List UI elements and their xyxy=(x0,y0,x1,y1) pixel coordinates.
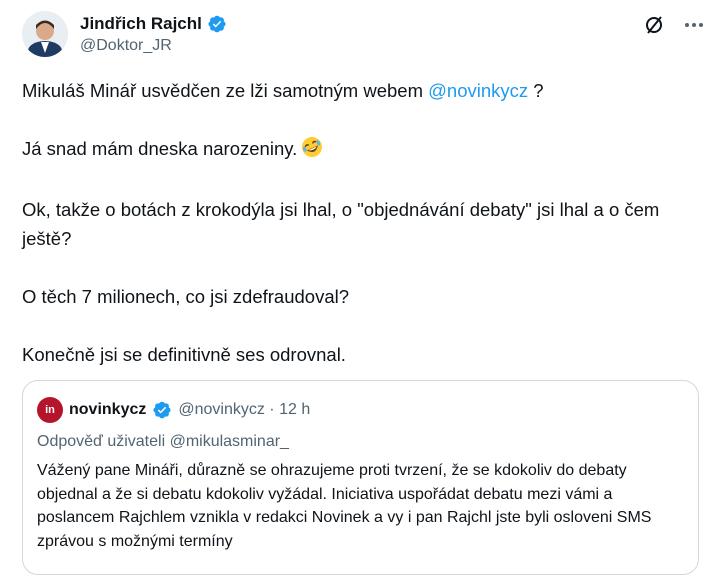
author-handle[interactable]: @Doktor_JR xyxy=(80,37,227,55)
quoted-author-name[interactable]: novinkycz xyxy=(69,401,146,419)
tweet-text-segment: ? xyxy=(528,80,544,101)
quoted-tweet-text: Vážený pane Mináři, důrazně se ohrazujem… xyxy=(37,462,652,550)
tweet-text-segment: Já snad mám dneska narozeniny. xyxy=(22,138,298,159)
quoted-handle-time[interactable]: @novinkycz · 12 h xyxy=(178,401,310,419)
verified-badge-icon xyxy=(152,400,172,420)
quoted-tweet[interactable]: in novinkycz @novinkycz · 12 h Odpověď u… xyxy=(22,380,699,575)
tweet: Jindřich Rajchl @Doktor_JR Mikuláš Minář… xyxy=(0,0,723,582)
quoted-tweet-header: in novinkycz @novinkycz · 12 h xyxy=(37,397,310,423)
more-icon[interactable] xyxy=(683,14,705,36)
tweet-paragraph-5: Konečně jsi se definitivně ses odrovnal. xyxy=(22,344,346,365)
mention-link[interactable]: @novinkycz xyxy=(428,80,528,101)
tweet-actions-top xyxy=(643,14,705,36)
tweet-paragraph-3: Ok, takže o botách z krokodýla jsi lhal,… xyxy=(22,199,660,249)
tweet-paragraph-1: Mikuláš Minář usvědčen ze lži samotným w… xyxy=(22,76,702,105)
tweet-paragraph-2: Já snad mám dneska narozeniny. xyxy=(22,134,702,166)
verified-badge-icon xyxy=(207,14,227,34)
tweet-text: Mikuláš Minář usvědčen ze lži samotným w… xyxy=(22,76,702,398)
grok-icon[interactable] xyxy=(643,14,665,36)
rolling-laughing-emoji-icon xyxy=(301,136,323,166)
tweet-paragraph-4: O těch 7 milionech, co jsi zdefraudoval? xyxy=(22,286,350,307)
author-name[interactable]: Jindřich Rajchl xyxy=(80,14,202,34)
tweet-text-segment: Mikuláš Minář usvědčen ze lži samotným w… xyxy=(22,80,429,101)
avatar[interactable] xyxy=(22,11,68,57)
quoted-avatar[interactable]: in xyxy=(37,397,63,423)
quoted-reply-to: Odpověď uživateli @mikulasminar_ xyxy=(37,433,289,450)
author-block: Jindřich Rajchl @Doktor_JR xyxy=(80,13,227,55)
